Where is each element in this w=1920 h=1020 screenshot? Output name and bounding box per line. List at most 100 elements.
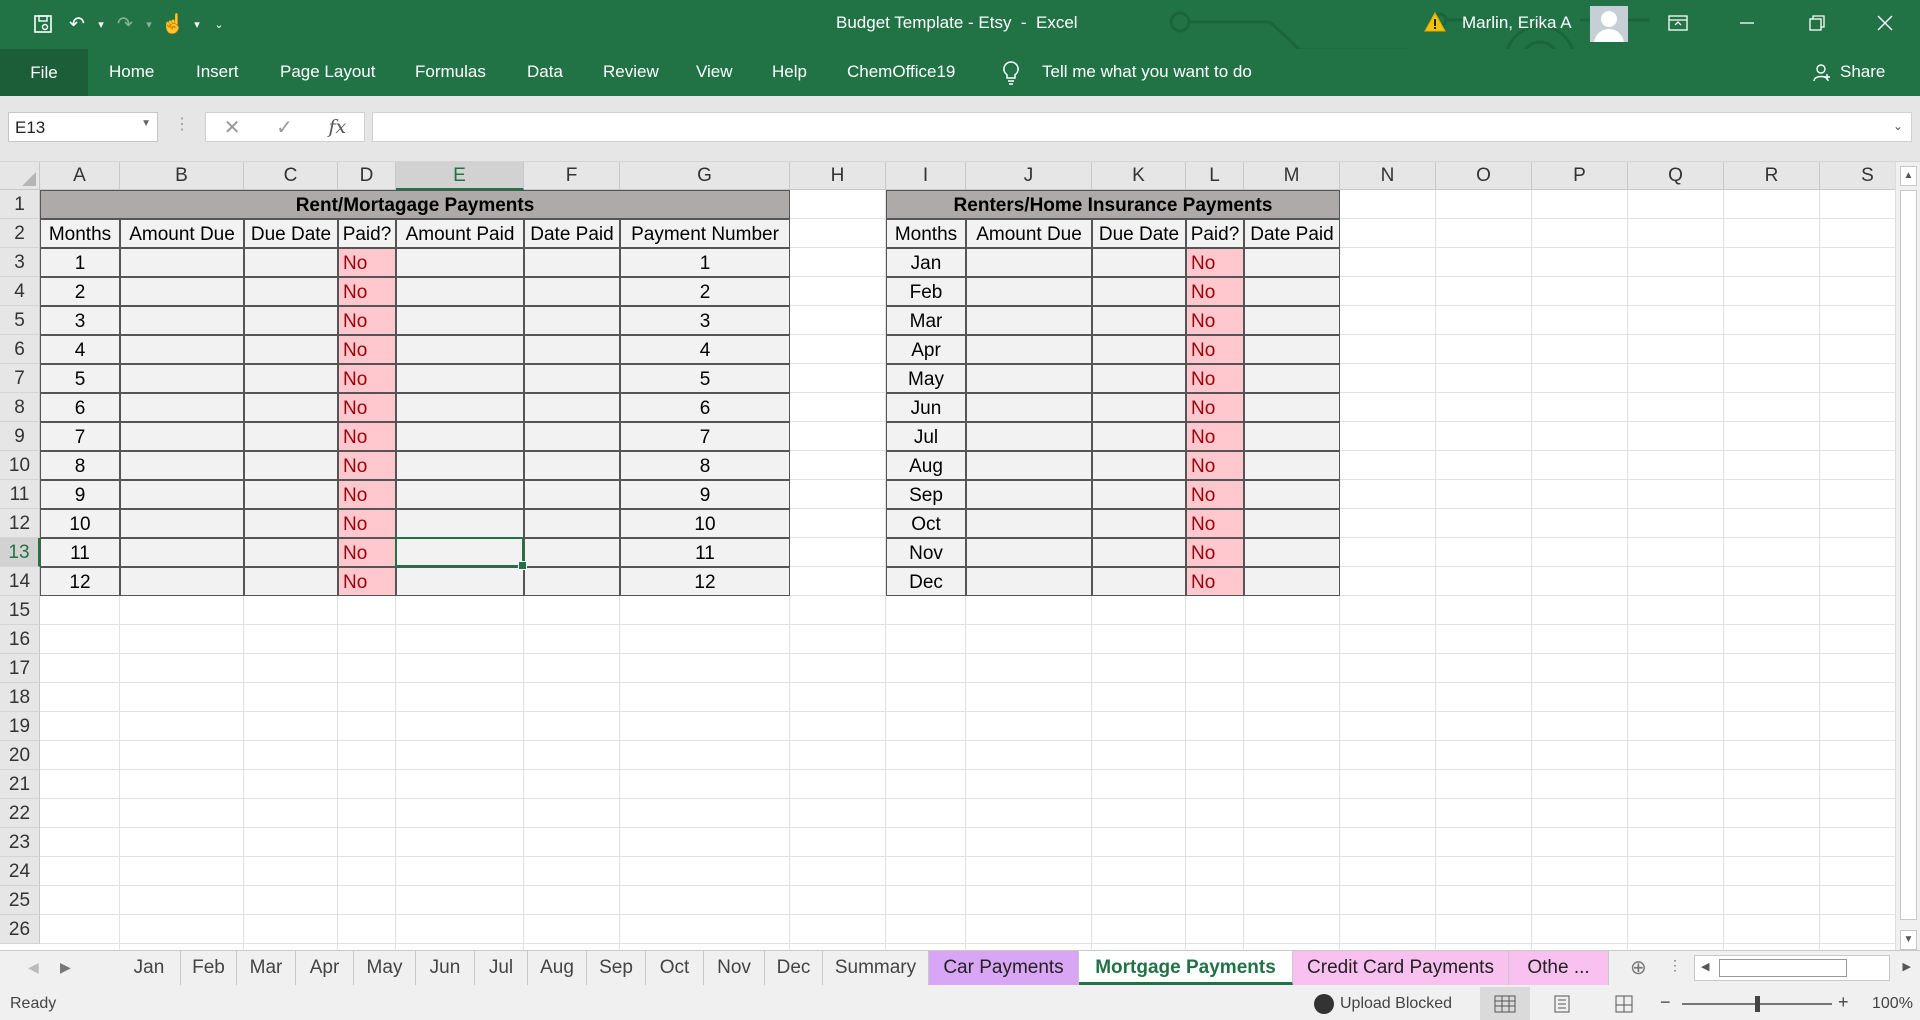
- insurance-date-paid-cell[interactable]: [1244, 277, 1340, 306]
- column-header-e[interactable]: E: [396, 162, 524, 190]
- rent-date-paid-cell[interactable]: [524, 277, 620, 306]
- column-header-m[interactable]: M: [1244, 162, 1340, 190]
- column-header-g[interactable]: G: [620, 162, 790, 190]
- row-header-10[interactable]: 10: [0, 451, 40, 480]
- insurance-amount-due-cell[interactable]: [966, 538, 1092, 567]
- formula-bar-grip-icon[interactable]: ⋮: [174, 114, 190, 134]
- tab-page-layout[interactable]: Page Layout: [280, 62, 375, 82]
- row-header-3[interactable]: 3: [0, 248, 40, 277]
- insurance-header-cell[interactable]: Amount Due: [966, 219, 1092, 248]
- rent-amount-due-cell[interactable]: [120, 509, 244, 538]
- rent-header-cell[interactable]: Months: [40, 219, 120, 248]
- insurance-month-cell[interactable]: Aug: [886, 451, 966, 480]
- rent-payment-number-cell[interactable]: 2: [620, 277, 790, 306]
- insurance-paid-cell[interactable]: No: [1186, 393, 1244, 422]
- sheet-tab-aug[interactable]: Aug: [528, 951, 587, 985]
- row-header-25[interactable]: 25: [0, 886, 40, 915]
- select-all-button[interactable]: [0, 162, 40, 190]
- rent-amount-paid-cell[interactable]: [396, 567, 524, 596]
- tab-review[interactable]: Review: [603, 62, 659, 82]
- column-header-o[interactable]: O: [1436, 162, 1532, 190]
- insurance-month-cell[interactable]: May: [886, 364, 966, 393]
- rent-amount-due-cell[interactable]: [120, 393, 244, 422]
- sheet-tab-mortgage-payments[interactable]: Mortgage Payments: [1079, 951, 1293, 985]
- column-header-l[interactable]: L: [1186, 162, 1244, 190]
- rent-amount-paid-cell[interactable]: [396, 509, 524, 538]
- touch-mode-icon[interactable]: ☝: [156, 10, 190, 38]
- rent-due-date-cell[interactable]: [244, 393, 338, 422]
- user-avatar[interactable]: [1590, 6, 1628, 42]
- rent-header-cell[interactable]: Amount Paid: [396, 219, 524, 248]
- insurance-month-cell[interactable]: Nov: [886, 538, 966, 567]
- insurance-amount-due-cell[interactable]: [966, 451, 1092, 480]
- insurance-paid-cell[interactable]: No: [1186, 364, 1244, 393]
- rent-date-paid-cell[interactable]: [524, 480, 620, 509]
- row-header-14[interactable]: 14: [0, 567, 40, 596]
- sheet-tab-oct[interactable]: Oct: [646, 951, 704, 985]
- rent-amount-due-cell[interactable]: [120, 248, 244, 277]
- rent-due-date-cell[interactable]: [244, 451, 338, 480]
- rent-payment-number-cell[interactable]: 3: [620, 306, 790, 335]
- zoom-level[interactable]: 100%: [1872, 995, 1913, 1013]
- insurance-amount-due-cell[interactable]: [966, 306, 1092, 335]
- insurance-due-date-cell[interactable]: [1092, 393, 1186, 422]
- row-header-17[interactable]: 17: [0, 654, 40, 683]
- insurance-month-cell[interactable]: Apr: [886, 335, 966, 364]
- scroll-left-icon[interactable]: ◀: [1701, 960, 1709, 973]
- minimize-icon[interactable]: [1712, 0, 1782, 46]
- column-header-r[interactable]: R: [1724, 162, 1820, 190]
- rent-header-cell[interactable]: Amount Due: [120, 219, 244, 248]
- row-header-21[interactable]: 21: [0, 770, 40, 799]
- rent-date-paid-cell[interactable]: [524, 393, 620, 422]
- prev-sheet-icon[interactable]: ◀: [28, 959, 39, 976]
- column-header-k[interactable]: K: [1092, 162, 1186, 190]
- rent-amount-paid-cell[interactable]: [396, 451, 524, 480]
- rent-month-cell[interactable]: 4: [40, 335, 120, 364]
- tab-formulas[interactable]: Formulas: [415, 62, 486, 82]
- rent-due-date-cell[interactable]: [244, 364, 338, 393]
- rent-paid-cell[interactable]: No: [338, 364, 396, 393]
- insurance-due-date-cell[interactable]: [1092, 277, 1186, 306]
- tell-me-search[interactable]: Tell me what you want to do: [1042, 62, 1252, 82]
- insurance-date-paid-cell[interactable]: [1244, 509, 1340, 538]
- rent-paid-cell[interactable]: No: [338, 451, 396, 480]
- rent-payment-number-cell[interactable]: 7: [620, 422, 790, 451]
- insurance-date-paid-cell[interactable]: [1244, 451, 1340, 480]
- insurance-amount-due-cell[interactable]: [966, 480, 1092, 509]
- scroll-up-icon[interactable]: ▲: [1900, 166, 1917, 186]
- rent-amount-paid-cell[interactable]: [396, 277, 524, 306]
- tab-file[interactable]: File: [0, 49, 88, 96]
- rent-paid-cell[interactable]: No: [338, 480, 396, 509]
- redo-icon[interactable]: ↷: [108, 10, 142, 38]
- row-header-24[interactable]: 24: [0, 857, 40, 886]
- name-box-dropdown-icon[interactable]: ▼: [141, 118, 151, 129]
- zoom-out-icon[interactable]: −: [1660, 992, 1671, 1013]
- sheet-tab-summary[interactable]: Summary: [823, 951, 929, 985]
- sheet-tab-othe[interactable]: Othe ...: [1509, 951, 1609, 985]
- column-header-j[interactable]: J: [966, 162, 1092, 190]
- rent-amount-due-cell[interactable]: [120, 277, 244, 306]
- rent-header-cell[interactable]: Payment Number: [620, 219, 790, 248]
- tab-split-grip-icon[interactable]: ⋮: [1668, 957, 1682, 974]
- sheet-tab-jan[interactable]: Jan: [118, 951, 181, 985]
- rent-paid-cell[interactable]: No: [338, 248, 396, 277]
- rent-payment-number-cell[interactable]: 12: [620, 567, 790, 596]
- tab-chemoffice[interactable]: ChemOffice19: [847, 62, 955, 82]
- rent-paid-cell[interactable]: No: [338, 335, 396, 364]
- insurance-amount-due-cell[interactable]: [966, 393, 1092, 422]
- column-header-f[interactable]: F: [524, 162, 620, 190]
- row-header-18[interactable]: 18: [0, 683, 40, 712]
- row-header-4[interactable]: 4: [0, 277, 40, 306]
- undo-icon[interactable]: ↶: [60, 10, 94, 38]
- close-icon[interactable]: [1850, 0, 1920, 46]
- customize-toolbar-icon[interactable]: ⌄: [204, 18, 234, 31]
- rent-month-cell[interactable]: 11: [40, 538, 120, 567]
- row-header-9[interactable]: 9: [0, 422, 40, 451]
- sheet-tab-may[interactable]: May: [354, 951, 416, 985]
- rent-amount-due-cell[interactable]: [120, 451, 244, 480]
- insurance-month-cell[interactable]: Jan: [886, 248, 966, 277]
- rent-month-cell[interactable]: 3: [40, 306, 120, 335]
- insurance-month-cell[interactable]: Jun: [886, 393, 966, 422]
- row-header-22[interactable]: 22: [0, 799, 40, 828]
- horizontal-scrollbar[interactable]: ◀ ▶: [1694, 955, 1911, 981]
